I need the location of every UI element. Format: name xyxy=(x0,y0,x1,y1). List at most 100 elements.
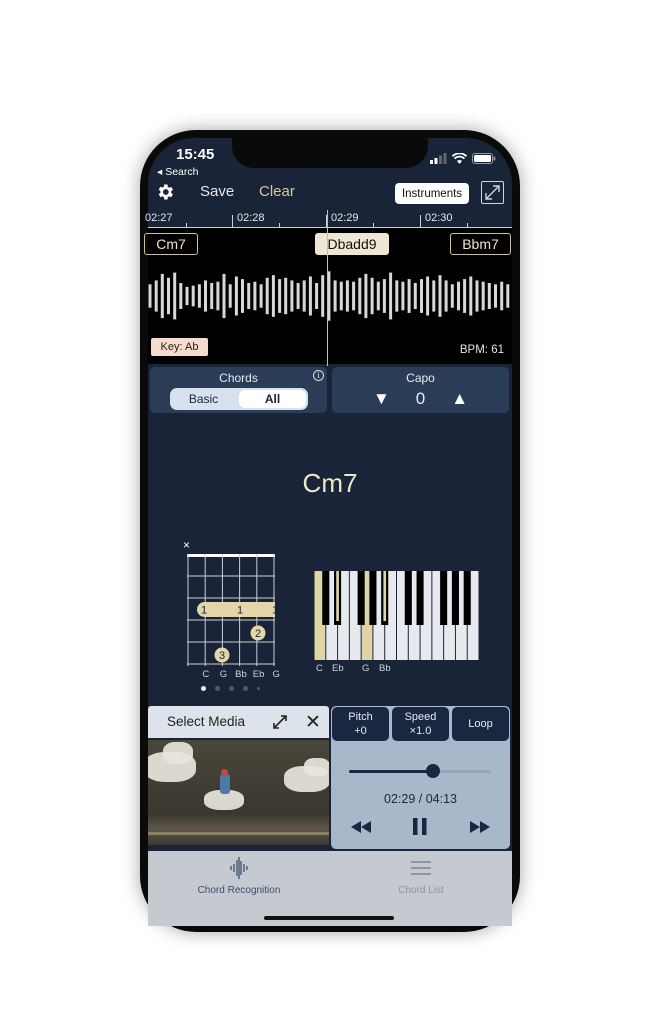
clear-button[interactable]: Clear xyxy=(259,183,295,200)
waveform-bar xyxy=(296,283,300,309)
seek-slider-knob[interactable] xyxy=(425,764,440,778)
figure xyxy=(220,774,230,794)
waveform-bar xyxy=(487,283,491,309)
finger-number: 2 xyxy=(255,628,261,640)
tab-label: Chord List xyxy=(398,885,444,896)
tick-major xyxy=(420,215,421,228)
black-key-Db[interactable] xyxy=(322,571,330,625)
timeline-chord-bbm7[interactable]: Bbm7 xyxy=(450,233,511,255)
waveform-bar xyxy=(382,279,386,313)
voicing-page-indicator[interactable] xyxy=(201,686,260,691)
waveform-bar xyxy=(148,284,152,308)
back-to-search[interactable]: ◂ Search xyxy=(157,166,198,178)
fast-forward-icon[interactable] xyxy=(468,820,490,833)
segment-all[interactable]: All xyxy=(239,390,306,408)
piano-label: G xyxy=(362,663,370,674)
waveform-bar xyxy=(321,275,325,317)
loop-button[interactable]: Loop xyxy=(452,707,509,741)
expand-icon[interactable] xyxy=(272,714,288,730)
current-chord-name: Cm7 xyxy=(302,468,358,498)
page-dot[interactable] xyxy=(215,686,220,691)
rewind-icon[interactable] xyxy=(351,820,373,833)
notch xyxy=(232,138,428,168)
waveform-bar xyxy=(222,273,226,319)
tab-chord-list[interactable]: Chord List xyxy=(330,857,512,896)
waveform-bar xyxy=(413,283,417,309)
waveform-bar xyxy=(407,279,411,313)
black-key-Gb[interactable] xyxy=(357,571,365,625)
triangle-down-icon[interactable]: ▼ xyxy=(373,389,390,409)
segment-basic[interactable]: Basic xyxy=(170,388,237,410)
cloud xyxy=(304,758,329,776)
waveform-bar xyxy=(234,276,238,316)
waveform-area[interactable]: Cm7 Dbadd9 Bbm7 Key: Ab BPM: 61 xyxy=(144,228,512,364)
close-icon[interactable]: ✕ xyxy=(305,711,321,734)
pitch-button[interactable]: Pitch +0 xyxy=(332,707,389,741)
black-key-Ab[interactable] xyxy=(451,571,459,625)
tab-chord-recognition[interactable]: Chord Recognition xyxy=(148,857,330,896)
instruments-button[interactable]: Instruments xyxy=(395,183,469,204)
fullscreen-button[interactable] xyxy=(481,181,504,204)
barre-finger: 1 xyxy=(237,605,243,617)
list-icon xyxy=(411,861,431,875)
gear-icon[interactable] xyxy=(155,182,175,202)
triangle-up-icon[interactable]: ▲ xyxy=(451,389,468,409)
figure-head xyxy=(221,769,228,776)
info-icon[interactable]: i xyxy=(313,370,324,381)
black-key-Eb[interactable] xyxy=(416,571,424,625)
black-key-Ab[interactable] xyxy=(369,571,377,625)
home-indicator[interactable] xyxy=(264,916,394,920)
waveform-bar xyxy=(469,276,473,316)
playhead[interactable] xyxy=(327,210,328,366)
waveform-bar xyxy=(167,277,170,315)
waveform-bar xyxy=(376,281,380,311)
black-key-Gb[interactable] xyxy=(440,571,448,625)
capo-panel: Capo ▼ 0 ▲ xyxy=(332,367,509,413)
nut xyxy=(187,554,275,557)
waveform-bar xyxy=(358,277,362,315)
save-button[interactable]: Save xyxy=(200,183,234,200)
string-label: Bb xyxy=(235,669,247,680)
page-dot[interactable] xyxy=(257,687,260,690)
page-dot[interactable] xyxy=(229,686,234,691)
piano-keyboard[interactable] xyxy=(314,571,479,660)
page-dot[interactable] xyxy=(243,686,248,691)
barre-finger: 1 xyxy=(201,605,207,617)
speed-label: Speed xyxy=(404,711,437,723)
bpm-label: BPM: 61 xyxy=(459,344,504,356)
chords-title: Chords xyxy=(219,371,258,385)
media-video-thumbnail[interactable] xyxy=(148,740,329,845)
waveform-bar xyxy=(494,284,497,308)
string-labels: C G Bb Eb G xyxy=(197,669,285,680)
speed-button[interactable]: Speed ×1.0 xyxy=(392,707,449,741)
black-key-Db[interactable] xyxy=(404,571,412,625)
waveform-bar xyxy=(173,272,177,320)
black-key-highlight-Bb xyxy=(383,571,387,621)
timeline-chord-cm7[interactable]: Cm7 xyxy=(144,233,198,255)
waveform-bar xyxy=(345,280,349,312)
timeline-ruler[interactable]: 02:27 02:28 02:29 02:30 xyxy=(145,210,512,228)
waveform-bar xyxy=(420,279,423,313)
waveform-bar xyxy=(370,277,374,315)
guitar-chord-diagram[interactable]: 1 1 1 2 3 xyxy=(187,554,275,666)
piano-labels: C Eb G Bb xyxy=(314,663,479,675)
time-readout: 02:29 / 04:13 xyxy=(384,792,457,806)
page-dot[interactable] xyxy=(201,686,206,691)
pitch-label: Pitch xyxy=(348,711,373,723)
waveform-bar xyxy=(191,285,195,307)
barre-finger: 1 xyxy=(272,605,275,617)
piano-label: C xyxy=(316,663,323,674)
seek-slider[interactable] xyxy=(349,764,491,778)
capo-title: Capo xyxy=(406,371,435,385)
chord-mode-segmented-control[interactable]: Basic All xyxy=(170,388,308,410)
waveform-bar xyxy=(179,283,183,309)
waveform-bar xyxy=(481,281,485,311)
waveform-bar xyxy=(438,275,442,317)
black-key-Bb[interactable] xyxy=(463,571,471,625)
waveform-bar xyxy=(444,280,448,312)
pause-icon[interactable] xyxy=(413,818,427,835)
tab-bar: Chord Recognition Chord List xyxy=(148,851,512,926)
waveform-bar xyxy=(290,280,294,312)
waveform-bar xyxy=(395,280,399,312)
select-media-button[interactable]: Select Media xyxy=(167,714,245,729)
